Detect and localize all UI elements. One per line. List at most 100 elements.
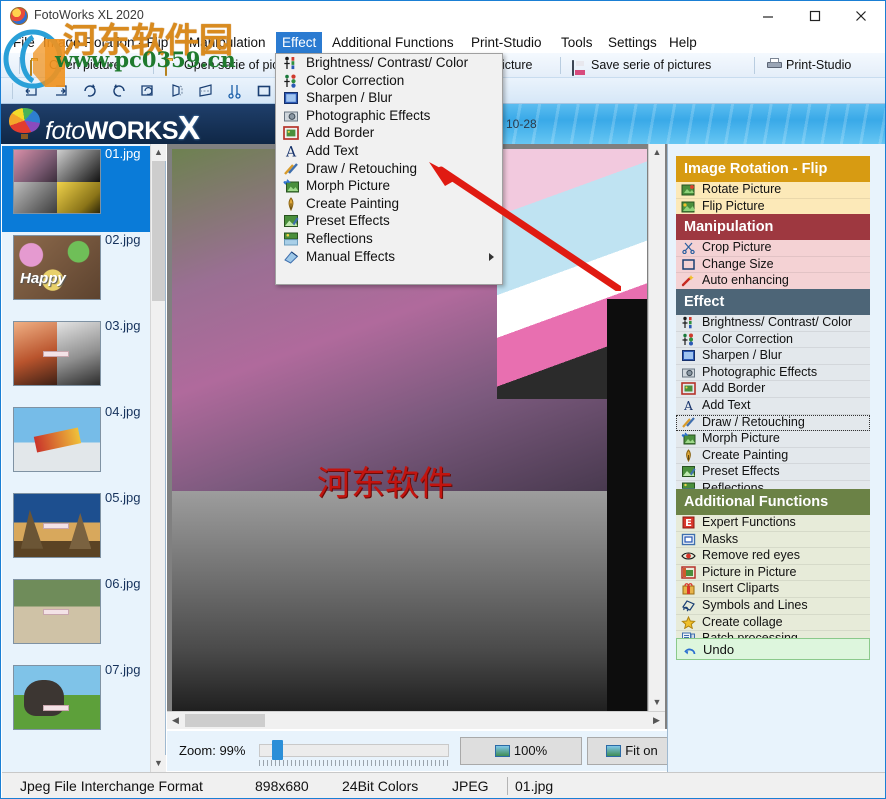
thumbnail-item-02[interactable]: Happy 02.jpg (2, 232, 151, 318)
menu-tools[interactable]: Tools (555, 32, 599, 53)
menu-manipulation[interactable]: Manipulation (183, 32, 272, 53)
sidebar-item-flip-picture[interactable]: Flip Picture (676, 199, 870, 216)
scrollbar-thumb[interactable] (152, 161, 165, 301)
sidebar-item-sharpen-blur[interactable]: Sharpen / Blur (676, 348, 870, 365)
sidebar-item-add-border[interactable]: Add Border (676, 381, 870, 398)
perspective-icon[interactable] (197, 82, 215, 100)
fit-on-screen-button[interactable]: Fit on (587, 737, 677, 765)
sidebar-item-expert-functions[interactable]: E Expert Functions (676, 515, 870, 532)
scroll-down-icon[interactable]: ▼ (151, 755, 166, 772)
menu-item-label: Morph Picture (306, 178, 390, 193)
menu-item-label: Reflections (306, 231, 373, 246)
sidebar-item-morph-picture[interactable]: Morph Picture (676, 431, 870, 448)
scroll-down-icon[interactable]: ▼ (649, 694, 665, 711)
sidebar-item-auto-enhancing[interactable]: Auto enhancing (676, 273, 870, 290)
menu-item-morph-picture[interactable]: Morph Picture (276, 177, 502, 195)
sidebar-item-photographic-effects[interactable]: Photographic Effects (676, 365, 870, 382)
sidebar-item-create-painting[interactable]: Create Painting (676, 448, 870, 465)
scissors-icon (681, 241, 696, 254)
section-header: Additional Functions (676, 489, 870, 515)
menu-effect[interactable]: Effect (276, 32, 322, 53)
flip-vertical-icon[interactable] (52, 82, 70, 100)
sidebar-item-brightness-contrast-color[interactable]: Brightness/ Contrast/ Color (676, 315, 870, 332)
printer-icon (767, 58, 782, 71)
menu-file[interactable]: File (7, 32, 41, 53)
sidebar-item-change-size[interactable]: Change Size (676, 257, 870, 274)
change-size-icon[interactable] (255, 82, 273, 100)
thumbnail-scrollbar[interactable]: ▲ ▼ (150, 144, 165, 772)
sidebar-item-masks[interactable]: Masks (676, 532, 870, 549)
brightness-icon (681, 316, 696, 329)
rotate-right-icon[interactable] (81, 82, 99, 100)
rotate-left-icon[interactable] (110, 82, 128, 100)
thumbnail-item-01[interactable]: 01.jpg (2, 146, 151, 232)
flip-horizontal-icon[interactable] (23, 82, 41, 100)
brand-logo: fotoWORKSX (45, 109, 200, 144)
zoom-slider-handle[interactable] (272, 740, 283, 760)
menu-item-manual-effects[interactable]: Manual Effects (276, 248, 502, 266)
sidebar-item-picture-in-picture[interactable]: Picture in Picture (676, 565, 870, 582)
brand-works: WORKS (85, 117, 178, 144)
sidebar-item-crop-picture[interactable]: Crop Picture (676, 240, 870, 257)
status-dimensions: 898x680 (255, 777, 309, 796)
menu-settings[interactable]: Settings (602, 32, 663, 53)
sidebar-label: Change Size (702, 257, 774, 271)
menu-item-label: Manual Effects (306, 249, 395, 264)
crop-icon[interactable] (226, 82, 244, 100)
thumbnail-item-06[interactable]: 06.jpg (2, 576, 151, 662)
pip-icon (681, 566, 696, 579)
menu-item-draw-retouching[interactable]: Draw / Retouching (276, 160, 502, 178)
menu-item-add-border[interactable]: Add Border (276, 124, 502, 142)
save-serie-of-pictures-button[interactable]: Save serie of pictures (571, 55, 711, 76)
print-studio-button[interactable]: Print-Studio (766, 55, 851, 76)
sidebar-item-color-correction[interactable]: Color Correction (676, 332, 870, 349)
scroll-up-icon[interactable]: ▲ (649, 144, 665, 161)
sidebar-item-draw-retouching[interactable]: Draw / Retouching (676, 415, 870, 432)
symbols-icon (681, 599, 696, 612)
sidebar-label: Rotate Picture (702, 182, 781, 196)
mirror-icon[interactable] (168, 82, 186, 100)
scroll-up-icon[interactable]: ▲ (151, 144, 166, 161)
thumbnail-item-05[interactable]: 05.jpg (2, 490, 151, 576)
undo-button[interactable]: Undo (676, 638, 870, 660)
zoom-slider[interactable] (259, 744, 449, 757)
viewer-horizontal-scrollbar[interactable]: ◀ ▶ (167, 711, 665, 729)
sidebar-item-symbols-and-lines[interactable]: Symbols and Lines (676, 598, 870, 615)
scroll-right-icon[interactable]: ▶ (648, 712, 665, 729)
close-icon[interactable] (838, 1, 884, 31)
sidebar-item-remove-red-eyes[interactable]: Remove red eyes (676, 548, 870, 565)
minimize-icon[interactable] (745, 1, 791, 31)
menu-image-rotation-flip[interactable]: Image Rotation - Flip (37, 32, 174, 53)
menu-item-preset-effects[interactable]: Preset Effects (276, 212, 502, 230)
effect-dropdown-menu[interactable]: Brightness/ Contrast/ Color Color Correc… (275, 53, 503, 285)
menu-help[interactable]: Help (663, 32, 703, 53)
thumbnail-panel[interactable]: 01.jpg Happy 02.jpg 03.jpg 04.jpg 05.jpg… (2, 144, 166, 772)
thumbnail-item-07[interactable]: 07.jpg (2, 662, 151, 748)
menu-item-brightness-contrast-color[interactable]: Brightness/ Contrast/ Color (276, 54, 502, 72)
menu-additional-functions[interactable]: Additional Functions (326, 32, 460, 53)
camera-icon (283, 109, 299, 123)
menu-item-sharpen-blur[interactable]: Sharpen / Blur (276, 89, 502, 107)
sidebar-item-insert-cliparts[interactable]: Insert Cliparts (676, 581, 870, 598)
sidebar-item-create-collage[interactable]: Create collage (676, 615, 870, 632)
maximize-icon[interactable] (792, 1, 838, 31)
sidebar-item-rotate-picture[interactable]: Rotate Picture (676, 182, 870, 199)
hot-air-balloon-icon (9, 108, 40, 140)
scrollbar-thumb[interactable] (185, 714, 265, 727)
menu-item-color-correction[interactable]: Color Correction (276, 72, 502, 90)
rotate-free-icon[interactable] (139, 82, 157, 100)
menu-item-reflections[interactable]: Reflections (276, 230, 502, 248)
scroll-left-icon[interactable]: ◀ (167, 712, 184, 729)
sidebar-item-preset-effects[interactable]: Preset Effects (676, 464, 870, 481)
thumbnail-item-03[interactable]: 03.jpg (2, 318, 151, 404)
thumbnail-item-04[interactable]: 04.jpg (2, 404, 151, 490)
sidebar-item-add-text[interactable]: A Add Text (676, 398, 870, 415)
menu-item-add-text[interactable]: A Add Text (276, 142, 502, 160)
menu-print-studio[interactable]: Print-Studio (465, 32, 548, 53)
menu-item-photographic-effects[interactable]: Photographic Effects (276, 107, 502, 125)
viewer-vertical-scrollbar[interactable]: ▲ ▼ (648, 144, 665, 711)
zoom-100-button[interactable]: 100% (460, 737, 582, 765)
menu-item-create-painting[interactable]: Create Painting (276, 195, 502, 213)
open-picture-button[interactable]: Open picture (29, 55, 121, 76)
section-manipulation: Manipulation Crop Picture Change Size Au… (676, 214, 870, 290)
